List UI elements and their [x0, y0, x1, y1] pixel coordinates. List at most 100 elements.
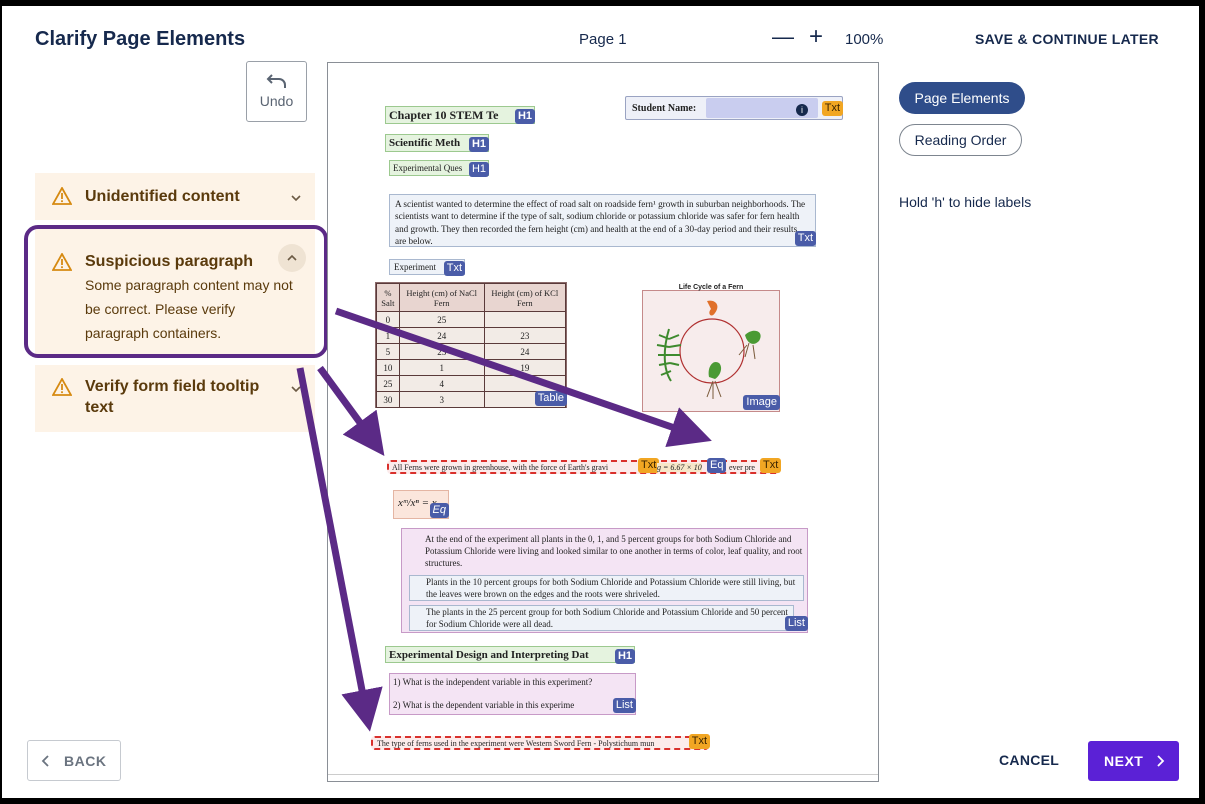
tag-h1: H1 — [614, 649, 635, 664]
table-block[interactable]: % Salt Height (cm) of NaCl Fern Height (… — [375, 282, 567, 408]
tag-list: List — [784, 616, 808, 631]
heading-text: Scientific Meth — [389, 137, 461, 149]
paragraph-text: A scientist wanted to determine the effe… — [395, 199, 806, 247]
tag-table: Table — [534, 391, 567, 406]
heading-block[interactable]: Experimental Ques H1 — [389, 160, 489, 177]
next-label: NEXT — [1104, 753, 1144, 769]
issue-title: Unidentified content — [85, 188, 240, 205]
suspicious-tail-text: ever pre — [729, 463, 755, 472]
chevron-down-icon[interactable] — [289, 191, 303, 205]
tag-txt: Txt — [821, 101, 843, 116]
heading-block[interactable]: Experimental Design and Interpreting Dat… — [385, 646, 635, 664]
tab-page-elements[interactable]: Page Elements — [899, 82, 1025, 114]
table-row: 1 24 23 — [376, 327, 567, 344]
tag-txt: Txt — [443, 261, 465, 276]
list-item-text: Plants in the 10 percent groups for both… — [426, 577, 796, 599]
suspicious-paragraph-block[interactable]: All Ferns were grown in greenhouse, with… — [387, 458, 782, 474]
chevron-left-icon — [41, 755, 49, 767]
equation-block[interactable]: xᵐ/xⁿ = x Eq — [393, 490, 449, 519]
tag-txt: Txt — [794, 231, 816, 246]
tag-txt: Txt — [688, 734, 710, 749]
table-cell: 1 — [376, 327, 400, 344]
list-item: Plants in the 10 percent groups for both… — [409, 575, 804, 601]
document-preview[interactable]: Chapter 10 STEM Te H1 Student Name: i Tx… — [327, 62, 879, 782]
issue-title: Verify form field tooltip text — [85, 378, 260, 416]
list-item-text: 2) What is the dependent variable in thi… — [393, 700, 575, 710]
tab-reading-order[interactable]: Reading Order — [899, 124, 1022, 156]
tag-eq: Eq — [429, 503, 449, 518]
suspicious-paragraph-block[interactable]: The type of ferns used in the experiment… — [371, 734, 710, 750]
back-label: BACK — [64, 753, 107, 769]
chevron-right-icon — [1157, 755, 1165, 767]
list-item-text: The plants in the 25 percent group for b… — [426, 607, 788, 629]
table-cell — [483, 375, 567, 392]
heading-text: Experimental Ques — [393, 163, 463, 173]
list-item: 2) What is the dependent variable in thi… — [393, 700, 613, 710]
footnote-text: The type of ferns used in the experiment… — [377, 739, 655, 748]
table-cell: 10 — [376, 359, 400, 376]
save-continue-later-button[interactable]: SAVE & CONTINUE LATER — [975, 31, 1159, 47]
table-cell: 1 — [398, 359, 485, 376]
list-item: At the end of the experiment all plants … — [409, 533, 806, 569]
issue-verify-tooltip[interactable]: Verify form field tooltip text — [35, 365, 315, 432]
table-row: 25 4 — [376, 375, 567, 392]
table-row: 0 25 — [376, 311, 567, 328]
paragraph-block[interactable]: A scientist wanted to determine the effe… — [389, 194, 816, 247]
table-cell: 23 — [398, 343, 485, 360]
issue-unidentified-content[interactable]: Unidentified content — [35, 173, 315, 220]
table-cell: 24 — [483, 343, 567, 360]
table-cell: 4 — [398, 375, 485, 392]
heading-block[interactable]: Scientific Meth H1 — [385, 134, 489, 152]
table-cell: 30 — [376, 391, 400, 408]
question-list-block[interactable]: 1) What is the independent variable in t… — [389, 673, 636, 715]
student-name-field-block[interactable]: Student Name: i Txt — [625, 96, 843, 120]
back-button[interactable]: BACK — [27, 740, 121, 781]
table-cell: 3 — [398, 391, 485, 408]
tag-h1: H1 — [468, 137, 489, 152]
next-button[interactable]: NEXT — [1088, 741, 1179, 781]
page-title: Clarify Page Elements — [35, 28, 246, 50]
undo-icon — [266, 74, 286, 88]
tag-list: List — [612, 698, 636, 713]
warning-icon — [52, 187, 72, 205]
image-title: Life Cycle of a Fern — [678, 284, 744, 291]
table-cell: 25 — [398, 311, 485, 328]
image-block[interactable]: Life Cycle of a Fern Image — [642, 284, 780, 412]
heading-text: Experimental Design and Interpreting Dat — [389, 649, 589, 661]
zoom-out-button[interactable]: — — [772, 24, 794, 50]
list-item-text: At the end of the experiment all plants … — [425, 534, 803, 568]
info-icon[interactable]: i — [796, 104, 808, 116]
table-cell: 25 — [376, 375, 400, 392]
app-window: Clarify Page Elements Page 1 — + 100% SA… — [2, 6, 1199, 798]
cancel-button[interactable]: CANCEL — [999, 752, 1059, 768]
suspicious-text: All Ferns were grown in greenhouse, with… — [392, 463, 609, 472]
tag-h1: H1 — [468, 162, 489, 177]
zoom-in-button[interactable]: + — [806, 23, 826, 51]
list-item-text: 1) What is the independent variable in t… — [393, 677, 593, 687]
heading-text: Chapter 10 STEM Te — [389, 108, 499, 122]
tag-eq: Eq — [707, 458, 727, 473]
zoom-level: 100% — [845, 31, 884, 48]
annotation-highlight-ring — [24, 225, 328, 358]
page-bottom-border — [328, 774, 878, 775]
list-item: The plants in the 25 percent group for b… — [409, 605, 794, 631]
warning-icon — [52, 378, 72, 396]
table-cell: 23 — [483, 327, 567, 344]
list-block[interactable]: At the end of the experiment all plants … — [401, 528, 808, 633]
tag-h1: H1 — [514, 109, 535, 124]
student-name-label: Student Name: — [632, 103, 697, 114]
caption-block[interactable]: Experiment Txt — [389, 259, 465, 276]
table-header-row: % Salt Height (cm) of NaCl Fern Height (… — [376, 283, 567, 312]
undo-button[interactable]: Undo — [246, 61, 307, 122]
table-header-cell: Height (cm) of KCl Fern — [483, 283, 567, 312]
data-table: % Salt Height (cm) of NaCl Fern Height (… — [376, 283, 567, 408]
hide-labels-hint: Hold 'h' to hide labels — [899, 194, 1032, 210]
caption-text: Experiment — [394, 262, 436, 272]
tag-image: Image — [743, 395, 780, 410]
table-cell: 0 — [376, 311, 400, 328]
chevron-down-icon[interactable] — [289, 382, 303, 396]
table-row: 5 23 24 — [376, 343, 567, 360]
undo-label: Undo — [259, 93, 294, 109]
page-indicator: Page 1 — [579, 31, 627, 48]
heading-block[interactable]: Chapter 10 STEM Te H1 — [385, 106, 535, 124]
